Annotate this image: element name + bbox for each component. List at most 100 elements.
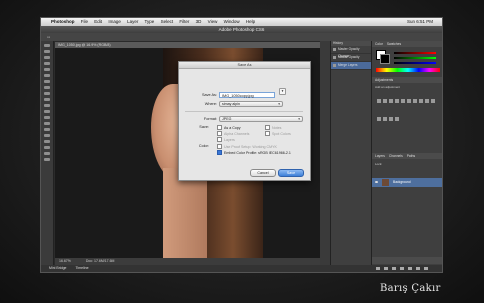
history-brush-tool-icon[interactable] xyxy=(44,98,50,101)
green-slider[interactable] xyxy=(394,57,436,59)
menu-3d[interactable]: 3D xyxy=(196,19,202,24)
author-signature: Barış Çakır xyxy=(380,283,441,294)
menu-select[interactable]: Select xyxy=(161,19,174,24)
color-balance-icon[interactable] xyxy=(413,99,417,103)
menu-file[interactable]: File xyxy=(81,19,88,24)
app-title: Adobe Photoshop CS6 xyxy=(41,26,442,33)
marquee-tool-icon[interactable] xyxy=(44,50,50,53)
curves-icon[interactable] xyxy=(389,99,393,103)
notes-checkbox[interactable]: Notes xyxy=(265,125,281,130)
path-select-tool-icon[interactable] xyxy=(44,140,50,143)
menu-filter[interactable]: Filter xyxy=(179,19,189,24)
layer-thumbnail xyxy=(382,179,389,186)
adjustments-header[interactable]: Adjustments xyxy=(372,77,442,83)
levels-icon[interactable] xyxy=(383,99,387,103)
as-a-copy-checkbox[interactable]: As a Copy xyxy=(217,125,241,130)
brightness-icon[interactable] xyxy=(377,99,381,103)
eraser-tool-icon[interactable] xyxy=(44,104,50,107)
layer-row[interactable]: Background xyxy=(372,178,442,187)
hue-saturation-icon[interactable] xyxy=(407,99,411,103)
menu-photoshop[interactable]: Photoshop xyxy=(51,19,75,24)
hand-tool-icon[interactable] xyxy=(44,152,50,155)
new-adjustment-icon[interactable] xyxy=(400,267,404,270)
mask-icon[interactable] xyxy=(392,267,396,270)
menu-type[interactable]: Type xyxy=(145,19,155,24)
channel-mixer-icon[interactable] xyxy=(431,99,435,103)
options-tool-icon[interactable]: ▭ xyxy=(47,35,50,39)
zoom-tool-icon[interactable] xyxy=(44,158,50,161)
zoom-level[interactable]: 16.67% xyxy=(59,259,71,263)
gradient-tool-icon[interactable] xyxy=(44,110,50,113)
spot-colors-checkbox[interactable]: Spot Colors xyxy=(265,131,291,136)
history-item-selected[interactable]: Merge Layers xyxy=(331,62,371,70)
expand-browser-button[interactable]: ▾ xyxy=(279,88,286,95)
eye-icon[interactable] xyxy=(375,181,378,183)
tab-swatches[interactable]: Swatches xyxy=(387,42,401,46)
save-options-label: Save: xyxy=(199,125,209,129)
invert-icon[interactable] xyxy=(377,117,381,121)
menu-view[interactable]: View xyxy=(208,19,218,24)
format-select[interactable]: JPEG xyxy=(219,116,303,122)
posterize-icon[interactable] xyxy=(383,117,387,121)
photo-filter-icon[interactable] xyxy=(425,99,429,103)
type-tool-icon[interactable] xyxy=(44,134,50,137)
dodge-tool-icon[interactable] xyxy=(44,122,50,125)
use-proof-setup-checkbox[interactable]: Use Proof Setup: Working CMYK xyxy=(217,144,277,149)
cancel-button[interactable]: Cancel xyxy=(250,169,276,177)
threshold-icon[interactable] xyxy=(389,117,393,121)
adjustment-icons xyxy=(376,91,438,127)
layers-checkbox[interactable]: Layers xyxy=(217,137,235,142)
new-layer-icon[interactable] xyxy=(416,267,420,270)
brush-tool-icon[interactable] xyxy=(44,86,50,89)
doc-info[interactable]: Doc: 17.6M/17.6M xyxy=(86,259,115,263)
menu-window[interactable]: Window xyxy=(224,19,240,24)
clone-stamp-tool-icon[interactable] xyxy=(44,92,50,95)
gradient-map-icon[interactable] xyxy=(395,117,399,121)
crop-tool-icon[interactable] xyxy=(44,68,50,71)
save-button[interactable]: Save xyxy=(278,169,304,177)
where-select[interactable]: simay alpin xyxy=(219,101,283,107)
history-item[interactable]: Master Opacity Change xyxy=(331,46,371,58)
trash-icon[interactable] xyxy=(424,267,428,270)
history-item[interactable]: Master Opacity Change xyxy=(331,54,371,66)
vibrance-icon[interactable] xyxy=(401,99,405,103)
move-tool-icon[interactable] xyxy=(44,44,50,47)
alpha-channels-checkbox[interactable]: Alpha Channels xyxy=(217,131,249,136)
lasso-tool-icon[interactable] xyxy=(44,56,50,59)
folder-icon[interactable] xyxy=(408,267,412,270)
menu-help[interactable]: Help xyxy=(246,19,255,24)
tab-layers[interactable]: Layers xyxy=(375,154,385,158)
embed-color-profile-checkbox[interactable]: Embed Color Profile: sRGB IEC61966-2.1 xyxy=(217,150,291,155)
menu-bar: Photoshop File Edit Image Layer Type Sel… xyxy=(41,18,442,26)
quick-select-tool-icon[interactable] xyxy=(44,62,50,65)
tab-color[interactable]: Color xyxy=(375,42,383,46)
eyedropper-tool-icon[interactable] xyxy=(44,74,50,77)
color-spectrum[interactable] xyxy=(376,68,440,72)
healing-tool-icon[interactable] xyxy=(44,80,50,83)
status-bar: 16.67% Doc: 17.6M/17.6M xyxy=(55,258,320,265)
menu-image[interactable]: Image xyxy=(108,19,121,24)
panel-icon-strip xyxy=(320,41,330,265)
filename-field[interactable]: IMG_1050copy.jpg xyxy=(219,92,275,98)
tab-mini-bridge[interactable]: Mini Bridge xyxy=(49,266,67,270)
fx-icon[interactable] xyxy=(384,267,388,270)
red-slider[interactable] xyxy=(394,52,436,54)
exposure-icon[interactable] xyxy=(395,99,399,103)
tab-channels[interactable]: Channels xyxy=(389,154,403,158)
layer-name: Background xyxy=(393,180,411,184)
right-panels: Color Swatches Adjustments Add an adjust… xyxy=(371,41,442,270)
tab-paths[interactable]: Paths xyxy=(407,154,415,158)
pen-tool-icon[interactable] xyxy=(44,128,50,131)
menu-edit[interactable]: Edit xyxy=(94,19,102,24)
bottom-panel-tabs: Mini Bridge Timeline xyxy=(41,265,442,272)
background-color-swatch[interactable] xyxy=(380,54,390,64)
save-as-label: Save As: xyxy=(202,93,217,97)
tab-timeline[interactable]: Timeline xyxy=(75,266,88,270)
menu-layer[interactable]: Layer xyxy=(127,19,138,24)
blue-slider[interactable] xyxy=(394,62,436,64)
menu-clock[interactable]: Sun 6:51 PM xyxy=(407,18,433,26)
black-white-icon[interactable] xyxy=(419,99,423,103)
shape-tool-icon[interactable] xyxy=(44,146,50,149)
blur-tool-icon[interactable] xyxy=(44,116,50,119)
link-icon[interactable] xyxy=(376,267,380,270)
